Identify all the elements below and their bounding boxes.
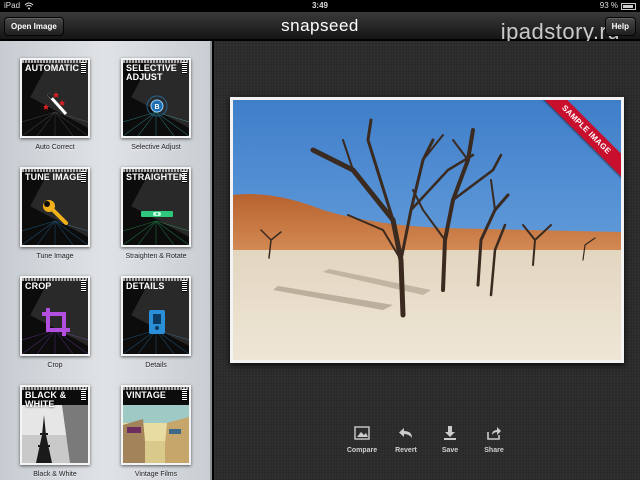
image-icon xyxy=(354,426,370,440)
top-toolbar: Open Image snapseed ipadstory.ru Help xyxy=(0,12,640,44)
control-point-icon: B xyxy=(146,95,168,117)
filter-tile-selective-adjust[interactable]: SELECTIVE ADJUST B Selective Adjust xyxy=(121,58,191,151)
crop-icon xyxy=(42,308,70,336)
share-label: Share xyxy=(484,447,504,454)
sharpener-icon xyxy=(149,310,165,334)
filter-caption: Tune Image xyxy=(36,253,74,260)
filter-tile-automatic[interactable]: AUTOMATIC Auto Correct xyxy=(20,58,90,151)
save-label: Save xyxy=(441,447,459,454)
filter-caption: Crop xyxy=(47,362,63,369)
status-bar: iPad 3:49 93 % xyxy=(0,0,640,12)
filter-title: CROP xyxy=(25,281,52,291)
filter-title: DETAILS xyxy=(126,281,165,291)
filter-caption: Details xyxy=(145,362,167,369)
filter-card: TUNE IMAGE xyxy=(20,167,90,247)
filter-title: AUTOMATIC xyxy=(25,63,80,73)
sample-photo xyxy=(233,100,621,360)
share-icon xyxy=(487,427,501,440)
filter-title: TUNE IMAGE xyxy=(25,172,83,182)
share-button[interactable]: Share xyxy=(472,425,516,461)
filter-caption: Auto Correct xyxy=(35,144,75,151)
image-workspace: SAMPLE IMAGE Compare Revert Save Share xyxy=(214,41,640,480)
filter-caption: Straighten & Rotate xyxy=(125,253,187,260)
filter-title: BLACK & WHITE xyxy=(25,390,67,409)
revert-button[interactable]: Revert xyxy=(384,425,428,461)
magic-wand-icon xyxy=(43,92,68,116)
filter-tile-black-white[interactable]: BLACK & WHITE Black & White xyxy=(20,385,90,478)
revert-label: Revert xyxy=(395,447,417,454)
filter-tile-tune-image[interactable]: TUNE IMAGE Tune Image xyxy=(20,167,90,260)
vintage-street-photo xyxy=(123,405,189,463)
filter-title: VINTAGE xyxy=(126,390,167,400)
photo-preview[interactable]: SAMPLE IMAGE xyxy=(230,97,624,363)
battery-percent: 93 % xyxy=(599,1,618,10)
eiffel-tower-photo xyxy=(22,405,88,463)
svg-text:B: B xyxy=(154,104,159,111)
filter-card: BLACK & WHITE xyxy=(20,385,90,465)
level-icon xyxy=(141,211,173,217)
filter-card: STRAIGHTEN xyxy=(121,167,191,247)
download-icon xyxy=(444,426,456,440)
filter-title: SELECTIVE ADJUST xyxy=(126,63,177,82)
filter-tile-details[interactable]: DETAILS Details xyxy=(121,276,191,369)
wrench-icon xyxy=(43,200,68,225)
action-bar: Compare Revert Save Share xyxy=(340,425,520,461)
filter-title: STRAIGHTEN xyxy=(126,172,186,182)
revert-arrow-icon xyxy=(399,428,412,438)
filter-sidebar: AUTOMATIC Auto Correct SELECTIVE ADJUST … xyxy=(0,41,212,480)
filter-card: AUTOMATIC xyxy=(20,58,90,138)
filter-card: DETAILS xyxy=(121,276,191,356)
filter-caption: Black & White xyxy=(33,471,77,478)
clock: 3:49 xyxy=(311,1,328,10)
filter-tile-vintage[interactable]: VINTAGE Vintage Films xyxy=(121,385,191,478)
filter-caption: Vintage Films xyxy=(134,471,178,478)
help-button[interactable]: Help xyxy=(604,17,636,36)
compare-button[interactable]: Compare xyxy=(340,425,384,461)
save-button[interactable]: Save xyxy=(428,425,472,461)
filter-card: CROP xyxy=(20,276,90,356)
filter-card: SELECTIVE ADJUST B xyxy=(121,58,191,138)
battery-icon xyxy=(621,3,636,10)
filter-tile-straighten[interactable]: STRAIGHTEN Straighten & Rotate xyxy=(121,167,191,260)
filter-card: VINTAGE xyxy=(121,385,191,465)
filter-tile-crop[interactable]: CROP Crop xyxy=(20,276,90,369)
compare-label: Compare xyxy=(346,447,378,454)
filter-caption: Selective Adjust xyxy=(131,144,181,151)
